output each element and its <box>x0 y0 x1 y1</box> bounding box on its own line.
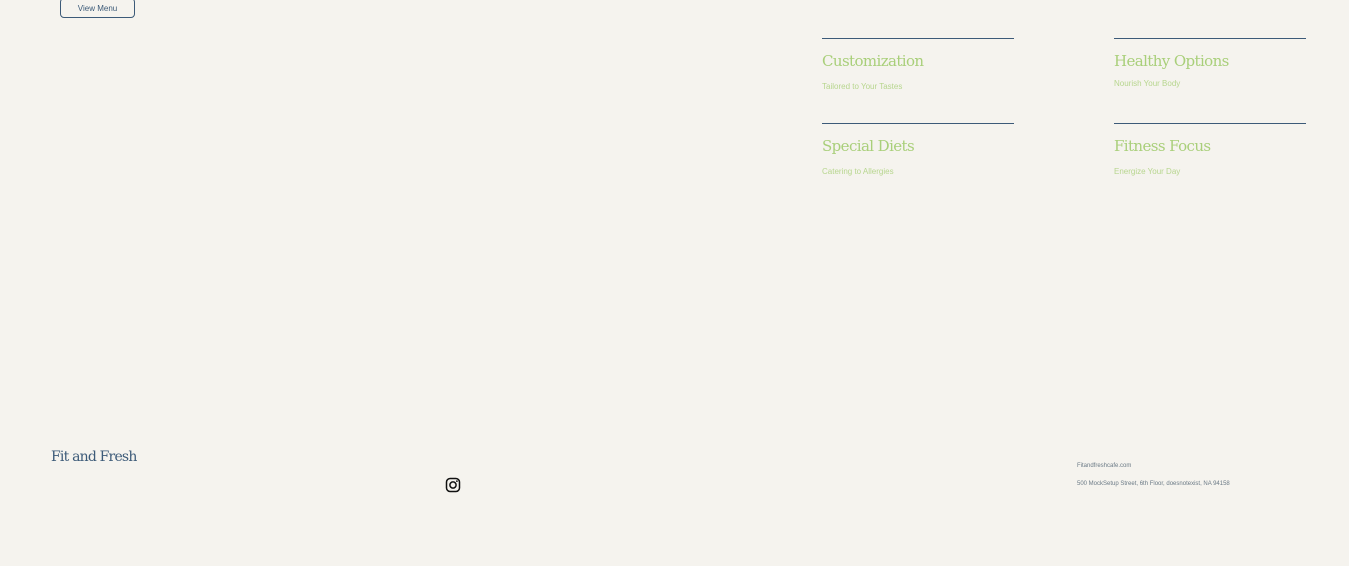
view-menu-button[interactable]: View Menu <box>60 0 135 18</box>
feature-special-diets: Special Diets Catering to Allergies <box>822 123 1014 176</box>
feature-fitness-focus: Fitness Focus Energize Your Day <box>1114 123 1306 176</box>
feature-subtitle: Catering to Allergies <box>822 167 894 176</box>
feature-title: Customization <box>822 52 924 70</box>
footer-brand[interactable]: Fit and Fresh <box>51 449 137 465</box>
feature-subtitle: Tailored to Your Tastes <box>822 82 903 91</box>
feature-healthy-options: Healthy Options Nourish Your Body <box>1114 38 1306 88</box>
feature-subtitle: Energize Your Day <box>1114 167 1181 176</box>
feature-title: Healthy Options <box>1114 52 1229 70</box>
feature-title: Fitness Focus <box>1114 137 1211 155</box>
footer-email[interactable]: Fitandfreshcafe.com <box>1077 463 1131 469</box>
footer-address: 500 MockSetup Street, 6th Floor, doesnot… <box>1077 481 1230 487</box>
feature-title: Special Diets <box>822 137 915 155</box>
instagram-icon[interactable] <box>445 477 461 493</box>
feature-subtitle: Nourish Your Body <box>1114 79 1181 88</box>
feature-customization: Customization Tailored to Your Tastes <box>822 38 1014 91</box>
